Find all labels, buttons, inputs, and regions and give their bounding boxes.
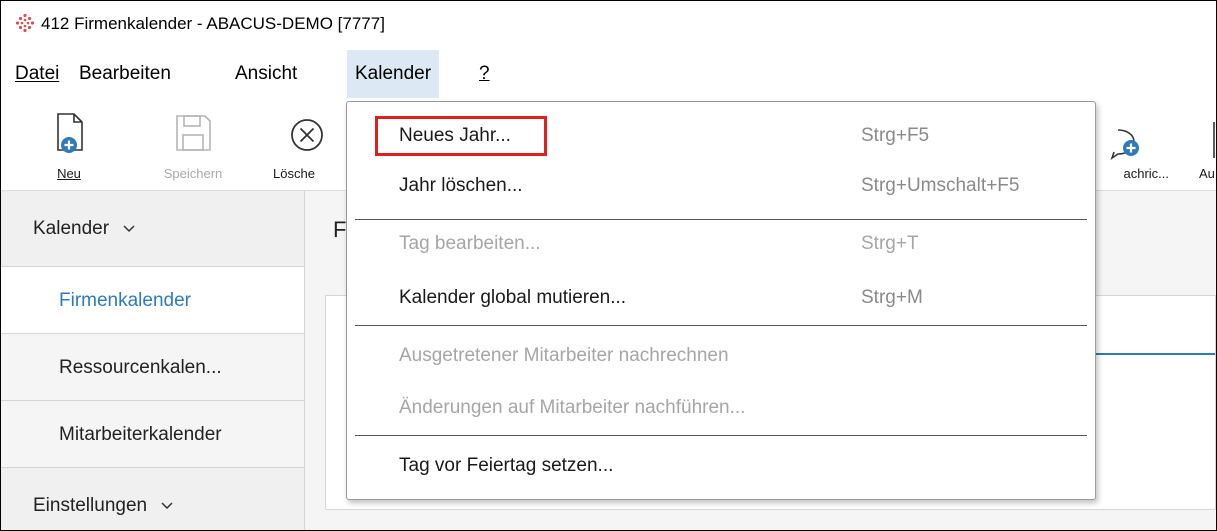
title-bar: 412 Firmenkalender - ABACUS-DEMO [7777]	[1, 1, 1216, 47]
sidebar-group-einstellungen[interactable]: Einstellungen	[1, 468, 304, 530]
save-icon	[176, 115, 211, 151]
menu-item-tag-bearbeiten[interactable]: Tag bearbeiten... Strg+T	[347, 220, 1095, 268]
new-document-icon	[57, 113, 83, 153]
application-window: 412 Firmenkalender - ABACUS-DEMO [7777] …	[0, 0, 1217, 531]
more-button-label: Au	[1199, 166, 1215, 181]
sidebar: Kalender Firmenkalender Ressourcenkalen.…	[1, 191, 305, 530]
new-button-label: Neu	[57, 166, 81, 181]
kalender-dropdown-menu: Neues Jahr... Strg+F5 Jahr löschen... St…	[346, 101, 1096, 500]
menu-datei[interactable]: Datei	[7, 50, 67, 98]
highlight-annotation	[375, 116, 547, 156]
sidebar-group-kalender[interactable]: Kalender	[1, 191, 304, 267]
menu-separator	[355, 435, 1087, 436]
menu-kalender[interactable]: Kalender	[347, 50, 440, 98]
menu-item-neues-jahr[interactable]: Neues Jahr... Strg+F5	[347, 112, 1095, 160]
menu-item-tag-vor-feiertag[interactable]: Tag vor Feiertag setzen...	[347, 442, 1095, 490]
new-button[interactable]: Neu	[39, 98, 99, 190]
page-title: F	[333, 217, 347, 242]
save-button[interactable]: Speichern	[143, 98, 243, 190]
menu-ansicht[interactable]: Ansicht	[227, 50, 305, 98]
sidebar-item-firmenkalender[interactable]: Firmenkalender	[1, 267, 304, 334]
tab-underline	[1076, 353, 1215, 355]
menu-item-kalender-global-mutieren[interactable]: Kalender global mutieren... Strg+M	[347, 274, 1095, 322]
menu-bearbeiten[interactable]: Bearbeiten	[71, 50, 179, 98]
menu-separator	[355, 325, 1087, 326]
chevron-down-icon	[123, 225, 135, 233]
more-icon	[1213, 122, 1215, 158]
sidebar-item-mitarbeiterkalender[interactable]: Mitarbeiterkalender	[1, 401, 304, 468]
delete-icon	[291, 119, 323, 151]
menu-item-aenderungen-nachfuehren[interactable]: Änderungen auf Mitarbeiter nachführen...	[347, 384, 1095, 432]
window-title: 412 Firmenkalender - ABACUS-DEMO [7777]	[41, 14, 385, 33]
delete-button[interactable]: Lösche	[267, 98, 347, 190]
message-add-icon	[1110, 129, 1139, 160]
chevron-down-icon	[161, 502, 173, 510]
more-button[interactable]: Au	[1189, 98, 1216, 190]
menu-item-jahr-loeschen[interactable]: Jahr löschen... Strg+Umschalt+F5	[347, 162, 1095, 210]
delete-button-label: Lösche	[273, 166, 315, 181]
menu-bar: Datei Bearbeiten Ansicht Kalender ?	[1, 50, 1216, 98]
save-button-label: Speichern	[163, 166, 223, 181]
sidebar-item-ressourcenkalender[interactable]: Ressourcenkalen...	[1, 334, 304, 401]
menu-help[interactable]: ?	[471, 50, 498, 98]
abacus-logo-icon	[15, 13, 35, 33]
menu-item-ausgetretener-mitarbeiter[interactable]: Ausgetretener Mitarbeiter nachrechnen	[347, 332, 1095, 380]
